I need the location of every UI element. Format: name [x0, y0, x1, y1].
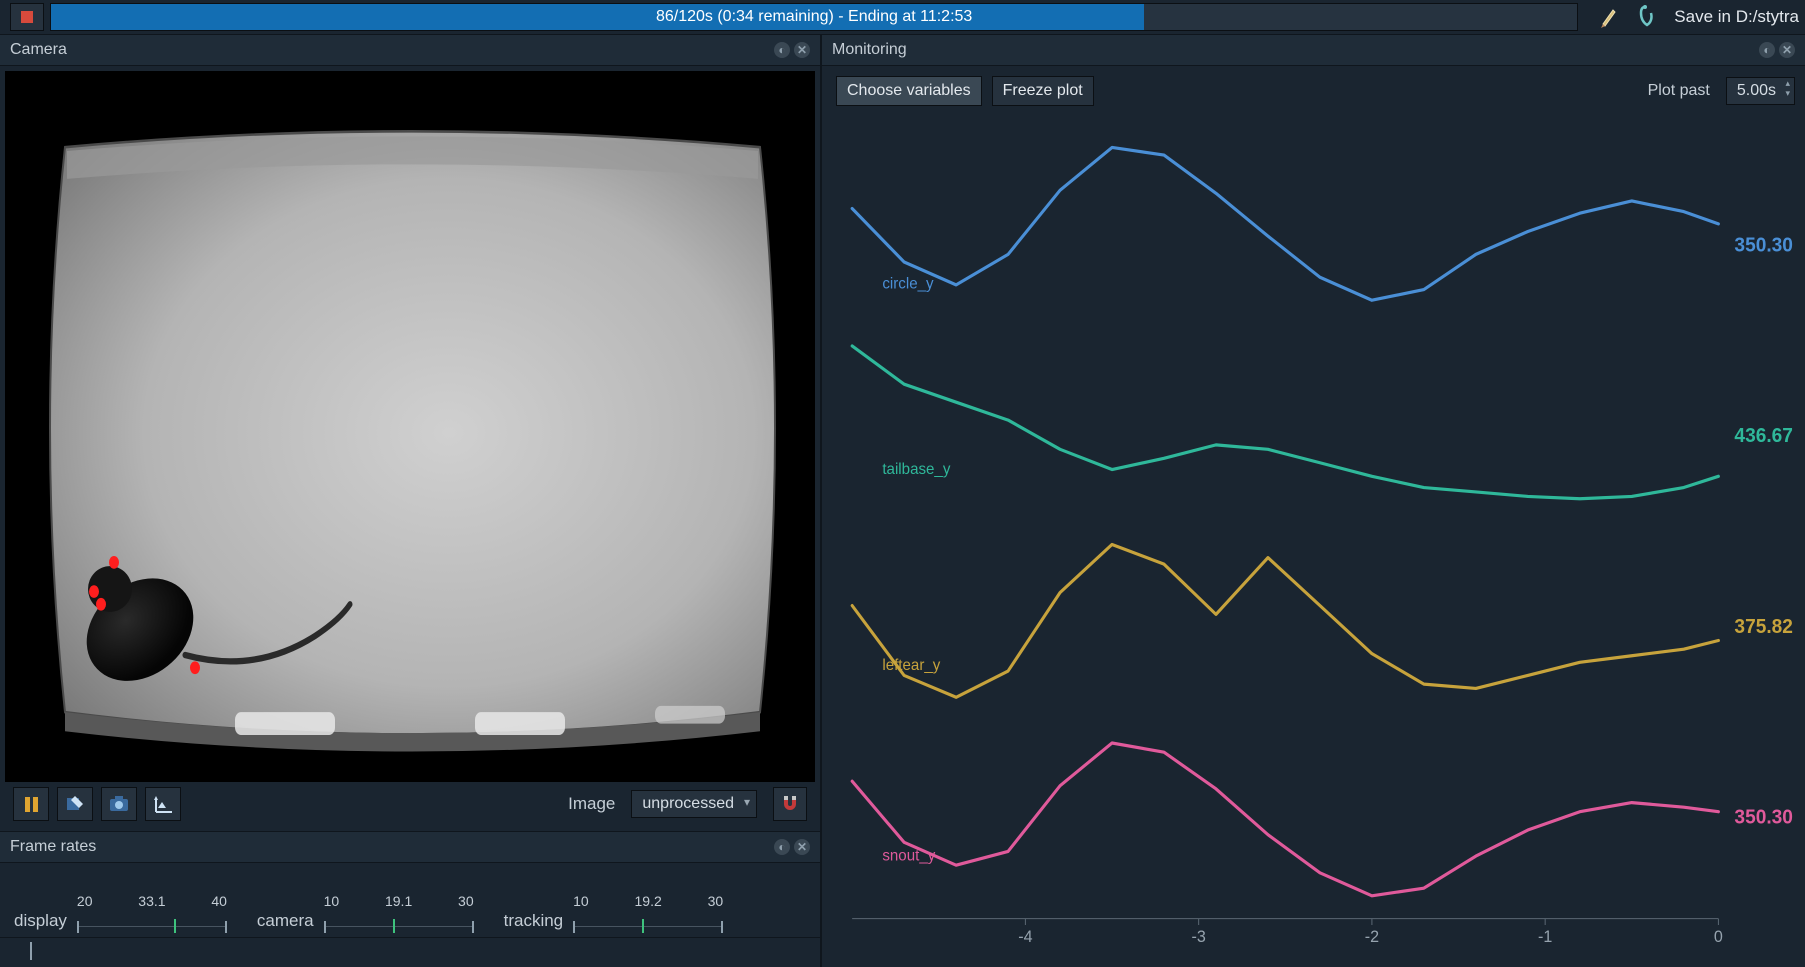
framerate-axis: 1019.130 — [324, 893, 474, 933]
frame-rates-body: display 2033.140 camera 1019.130 tracking 101… — [0, 863, 820, 937]
svg-text:375.82: 375.82 — [1734, 615, 1793, 638]
svg-text:0: 0 — [1714, 927, 1723, 946]
svg-text:snout_y: snout_y — [882, 847, 935, 864]
monitoring-plot[interactable]: -4 -3 -2 -1 0 circle_y 350.30 tailbase_y 436.67 l… — [832, 114, 1799, 961]
framerate-camera: camera 1019.130 — [257, 893, 474, 933]
timeline-strip[interactable] — [0, 937, 820, 967]
undock-icon[interactable]: ◐ — [774, 839, 790, 855]
framerate-name: tracking — [504, 911, 564, 933]
framerate-tracking: tracking 1019.230 — [504, 893, 724, 933]
panel-title: Camera — [10, 41, 67, 59]
close-icon[interactable]: ✕ — [794, 42, 810, 58]
framerate-name: display — [14, 911, 67, 933]
choose-variables-button[interactable]: Choose variables — [836, 76, 982, 106]
progress-label: 86/120s (0:34 remaining) - Ending at 11:… — [51, 4, 1577, 30]
camera-view[interactable] — [5, 71, 815, 782]
frame-rates-panel-header: Frame rates ◐ ✕ — [0, 831, 820, 863]
svg-text:350.30: 350.30 — [1734, 806, 1793, 829]
framerate-axis: 1019.230 — [573, 893, 723, 933]
stop-button[interactable] — [10, 3, 44, 31]
hook-tool-icon[interactable] — [1636, 4, 1658, 30]
svg-text:350.30: 350.30 — [1734, 234, 1793, 257]
edit-camera-button[interactable] — [57, 787, 93, 821]
close-icon[interactable]: ✕ — [794, 839, 810, 855]
framerate-name: camera — [257, 911, 314, 933]
svg-text:-3: -3 — [1191, 927, 1205, 946]
close-icon[interactable]: ✕ — [1779, 42, 1795, 58]
svg-text:-2: -2 — [1365, 927, 1379, 946]
framerate-axis: 2033.140 — [77, 893, 227, 933]
monitoring-panel-header: Monitoring ◐ ✕ — [822, 34, 1805, 66]
svg-text:tailbase_y: tailbase_y — [882, 461, 950, 478]
camera-panel-header: Camera ◐ ✕ — [0, 34, 820, 66]
pause-button[interactable] — [13, 787, 49, 821]
plot-past-spinbox[interactable]: 5.00s — [1726, 77, 1795, 105]
svg-text:circle_y: circle_y — [882, 275, 933, 292]
magnet-button[interactable] — [773, 787, 807, 821]
autoscale-button[interactable] — [145, 787, 181, 821]
panel-title: Monitoring — [832, 41, 907, 59]
image-mode-select[interactable]: unprocessed — [631, 790, 757, 818]
svg-text:-1: -1 — [1538, 927, 1552, 946]
svg-text:436.67: 436.67 — [1734, 425, 1793, 448]
framerate-display: display 2033.140 — [14, 893, 227, 933]
freeze-plot-button[interactable]: Freeze plot — [992, 76, 1094, 106]
plot-past-label: Plot past — [1648, 82, 1710, 100]
undock-icon[interactable]: ◐ — [774, 42, 790, 58]
undock-icon[interactable]: ◐ — [1759, 42, 1775, 58]
panel-title: Frame rates — [10, 838, 96, 856]
snapshot-button[interactable] — [101, 787, 137, 821]
image-mode-label: Image — [568, 794, 615, 814]
svg-text:-4: -4 — [1018, 927, 1032, 946]
progress-bar: 86/120s (0:34 remaining) - Ending at 11:… — [50, 3, 1578, 31]
pencil-tool-icon[interactable] — [1598, 4, 1620, 30]
save-path-label[interactable]: Save in D:/stytra — [1668, 7, 1805, 27]
svg-text:leftear_y: leftear_y — [882, 657, 940, 674]
